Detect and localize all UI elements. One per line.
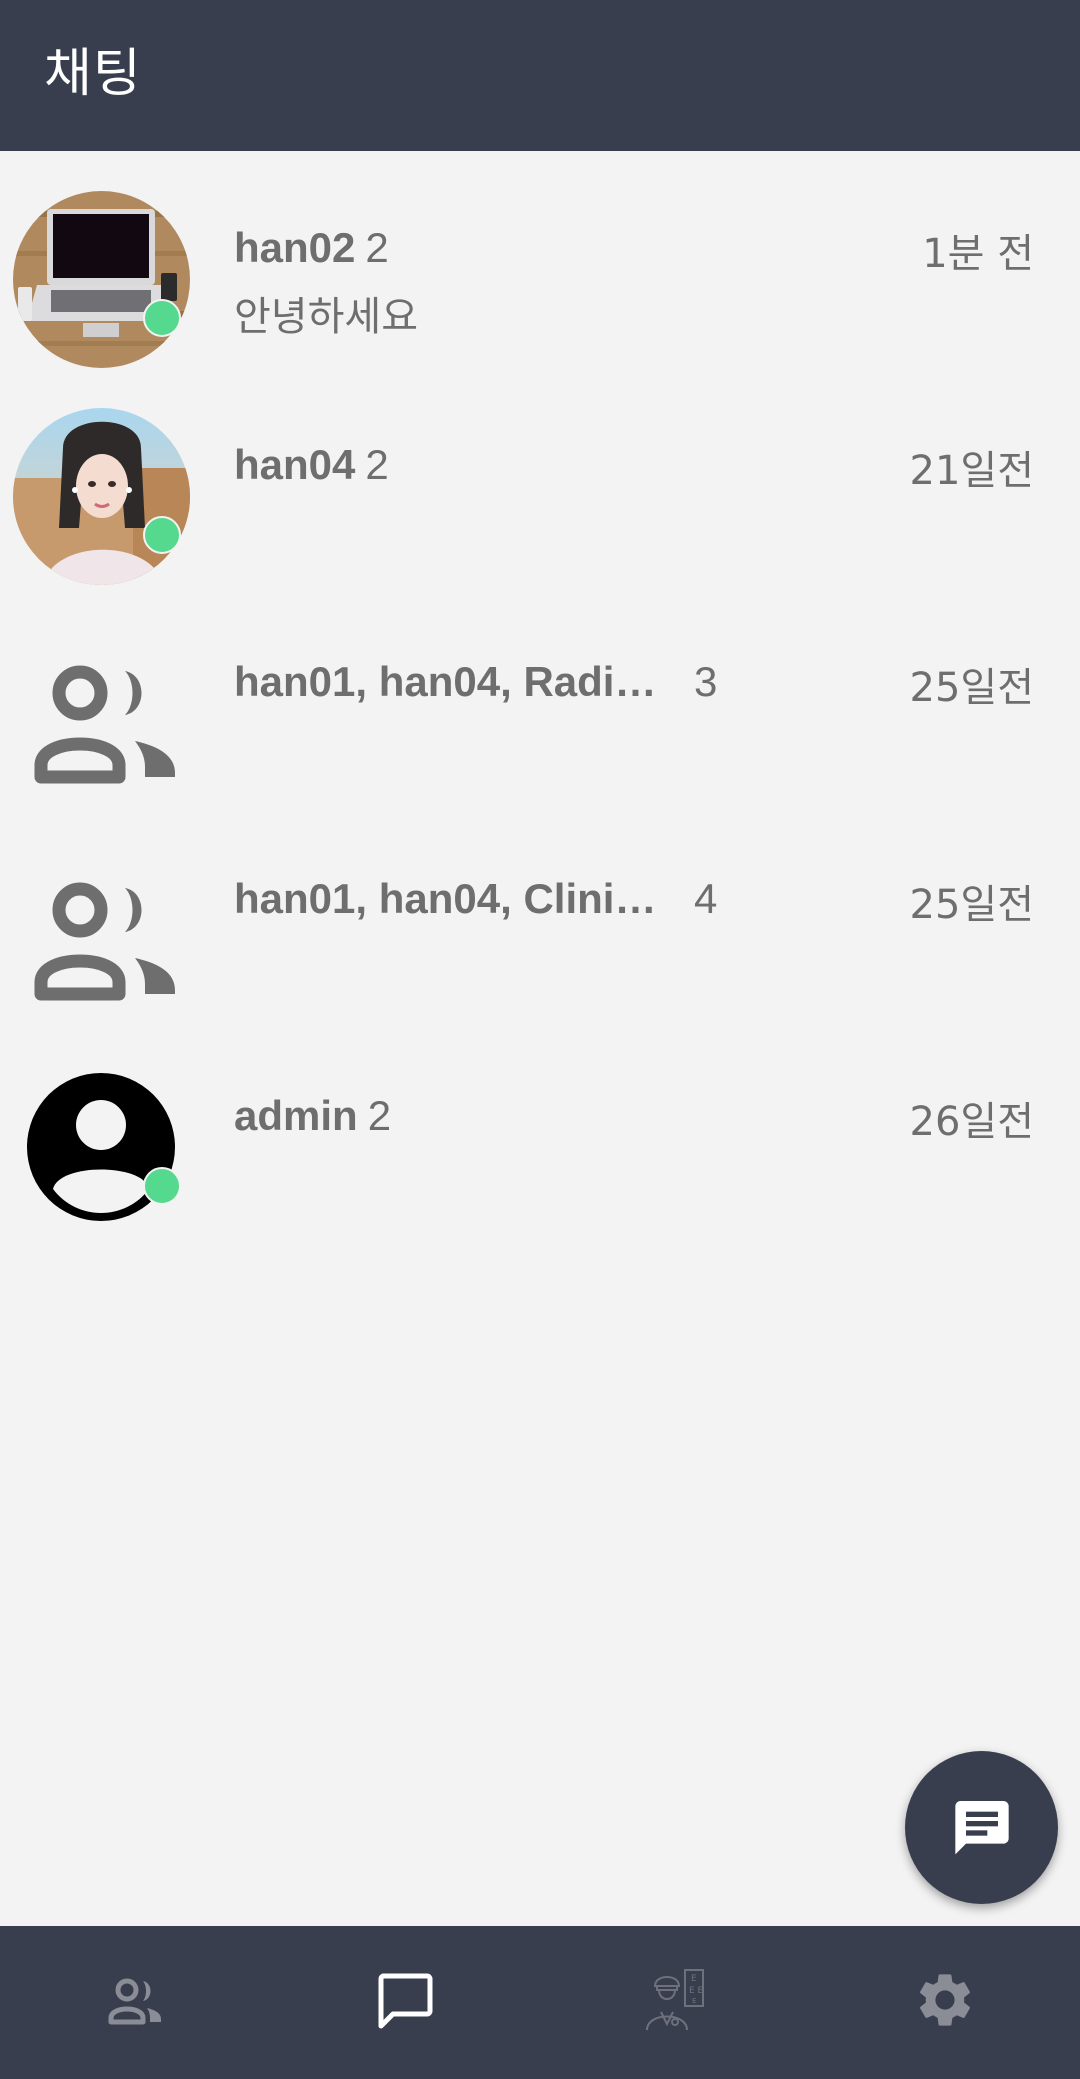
group-icon — [13, 842, 190, 1019]
chat-icon — [373, 1968, 437, 2037]
avatar — [13, 625, 190, 802]
nav-doctors[interactable]: E E E E — [540, 1926, 810, 2079]
chat-screen: 채팅 han02 2 안녕하세요 1분 전 han04 2 21일전 han01… — [0, 0, 1080, 2079]
chat-time: 21일전 — [909, 448, 1035, 494]
chat-time: 26일전 — [909, 1099, 1035, 1145]
member-count: 2 — [365, 441, 389, 488]
chat-title: admin 2 — [234, 1091, 391, 1141]
settings-icon — [913, 1968, 977, 2037]
chat-name: han02 — [234, 224, 356, 271]
new-chat-button[interactable] — [905, 1751, 1058, 1904]
last-message: 안녕하세요 — [234, 294, 418, 340]
chat-list: han02 2 안녕하세요 1분 전 han04 2 21일전 han01, h… — [0, 151, 1080, 1236]
chat-title: han02 2 — [234, 223, 389, 273]
avatar — [13, 1059, 190, 1236]
chat-row-admin[interactable]: admin 2 26일전 — [0, 1019, 1080, 1236]
nav-chat[interactable] — [270, 1926, 540, 2079]
chat-name: han01, han04, Radiologist — [234, 658, 674, 705]
online-indicator — [143, 1167, 181, 1205]
bottom-nav: E E E E — [0, 1926, 1080, 2079]
member-count: 3 — [694, 658, 718, 705]
online-indicator — [143, 299, 181, 337]
chat-name: han01, han04, Clinician — [234, 875, 674, 922]
chat-name: admin — [234, 1092, 358, 1139]
chat-row-han04[interactable]: han04 2 21일전 — [0, 368, 1080, 585]
chat-title: han04 2 — [234, 440, 389, 490]
chat-row-group-radiologist[interactable]: han01, han04, Radiologist 3 25일전 — [0, 585, 1080, 802]
doctor-icon: E E E E — [641, 1966, 709, 2039]
friends-icon — [103, 1968, 167, 2037]
member-count: 2 — [367, 1092, 392, 1139]
portrait-photo-avatar — [13, 408, 190, 585]
chat-row-group-clinician[interactable]: han01, han04, Clinician 4 25일전 — [0, 802, 1080, 1019]
laptop-photo-avatar — [13, 191, 190, 368]
avatar — [13, 191, 190, 368]
app-header: 채팅 — [0, 0, 1080, 151]
chat-time: 25일전 — [909, 882, 1035, 928]
chat-title: han01, han04, Clinician 4 — [234, 874, 717, 924]
page-title: 채팅 — [44, 44, 142, 104]
svg-text:E: E — [692, 1997, 696, 2005]
chat-time: 25일전 — [909, 665, 1035, 711]
avatar — [13, 408, 190, 585]
member-count: 4 — [694, 875, 718, 922]
member-count: 2 — [365, 224, 389, 271]
chat-title: han01, han04, Radiologist 3 — [234, 657, 717, 707]
chat-bubble-icon — [950, 1793, 1014, 1862]
svg-text:E E: E E — [689, 1986, 704, 1996]
chat-row-han02[interactable]: han02 2 안녕하세요 1분 전 — [0, 151, 1080, 368]
chat-name: han04 — [234, 441, 356, 488]
online-indicator — [143, 516, 181, 554]
avatar — [13, 842, 190, 1019]
group-icon — [13, 625, 190, 802]
nav-friends[interactable] — [0, 1926, 270, 2079]
default-user-icon — [13, 1059, 190, 1236]
nav-settings[interactable] — [810, 1926, 1080, 2079]
chat-time: 1분 전 — [922, 231, 1034, 277]
svg-text:E: E — [691, 1974, 697, 1984]
